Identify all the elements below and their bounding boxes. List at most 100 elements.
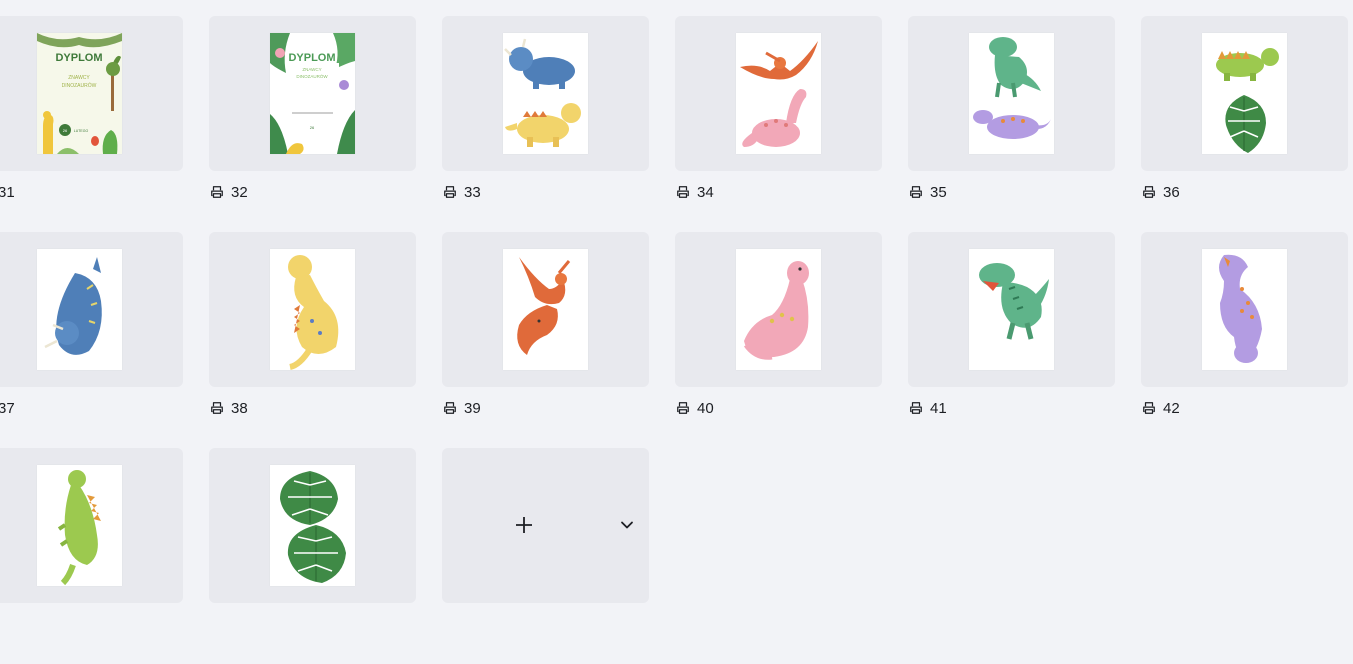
blue-triceratops-art <box>37 249 122 370</box>
page-label: 41 <box>908 398 947 418</box>
pink-brontosaurus-art <box>736 249 821 370</box>
green-trex-art <box>969 249 1054 370</box>
page-44 <box>209 448 416 664</box>
page-card[interactable] <box>442 232 649 387</box>
page-thumbnail <box>969 33 1054 154</box>
page-number: 37 <box>0 399 15 417</box>
page-grid: DYPLOM ZNAWCY DINOZAURÓW 26 LUTEGO 31 DY… <box>0 16 1348 664</box>
page-32: DYPLOM ZNAWCY DINOZAURÓW 26 32 <box>209 16 416 232</box>
page-thumbnail <box>503 249 588 370</box>
add-page-button[interactable] <box>512 513 536 537</box>
page-label: 38 <box>209 398 248 418</box>
page-number: 35 <box>930 183 947 201</box>
svg-text:26: 26 <box>63 128 68 133</box>
printer-icon <box>442 184 458 200</box>
yellow-dino-art <box>270 249 355 370</box>
page-card[interactable] <box>0 448 183 603</box>
page-thumbnail <box>1202 249 1287 370</box>
page-number: 40 <box>697 399 714 417</box>
page-number: 32 <box>231 183 248 201</box>
page-41: 41 <box>908 232 1115 448</box>
page-thumbnail: DYPLOM ZNAWCY DINOZAURÓW 26 LUTEGO <box>37 33 122 154</box>
page-31: DYPLOM ZNAWCY DINOZAURÓW 26 LUTEGO 31 <box>0 16 183 232</box>
page-thumbnail <box>1202 33 1287 154</box>
printer-icon <box>209 400 225 416</box>
triceratops-and-yellow-dino-art <box>503 33 588 154</box>
svg-text:LUTEGO: LUTEGO <box>74 129 89 133</box>
page-thumbnail: DYPLOM ZNAWCY DINOZAURÓW 26 <box>270 33 355 154</box>
page-card[interactable] <box>209 232 416 387</box>
page-40: 40 <box>675 232 882 448</box>
printer-icon <box>442 400 458 416</box>
green-stegosaurus-art <box>37 465 122 586</box>
page-39: 39 <box>442 232 649 448</box>
page-number: 33 <box>464 183 481 201</box>
page-label: 36 <box>1141 182 1180 202</box>
page-thumbnail <box>736 249 821 370</box>
svg-text:26: 26 <box>310 125 315 130</box>
page-card[interactable]: DYPLOM ZNAWCY DINOZAURÓW 26 <box>209 16 416 171</box>
dyplom-dino-art: DYPLOM ZNAWCY DINOZAURÓW 26 LUTEGO <box>37 33 122 154</box>
page-card[interactable] <box>1141 16 1348 171</box>
page-36: 36 <box>1141 16 1348 232</box>
printer-icon <box>209 184 225 200</box>
printer-icon <box>675 184 691 200</box>
svg-text:DINOZAURÓW: DINOZAURÓW <box>296 73 328 79</box>
purple-dino-art <box>1202 249 1287 370</box>
add-page-slot <box>442 448 649 664</box>
add-page-options-button[interactable] <box>616 514 638 536</box>
printer-icon <box>908 184 924 200</box>
page-number: 39 <box>464 399 481 417</box>
chevron-down-icon <box>621 521 633 529</box>
printer-icon <box>1141 184 1157 200</box>
page-card[interactable] <box>675 232 882 387</box>
page-label: 39 <box>442 398 481 418</box>
page-label: 33 <box>442 182 481 202</box>
page-card[interactable] <box>908 232 1115 387</box>
plus-icon <box>516 517 532 533</box>
page-card[interactable] <box>675 16 882 171</box>
page-label: 32 <box>209 182 248 202</box>
page-43 <box>0 448 183 664</box>
svg-text:DYPLOM: DYPLOM <box>55 52 102 64</box>
page-thumbnail <box>270 465 355 586</box>
page-card[interactable] <box>908 16 1115 171</box>
page-number: 31 <box>0 183 15 201</box>
svg-text:ZNAWCY: ZNAWCY <box>302 67 321 72</box>
printer-icon <box>908 400 924 416</box>
dyplom-leaves-art: DYPLOM ZNAWCY DINOZAURÓW 26 <box>270 33 355 154</box>
page-35: 35 <box>908 16 1115 232</box>
page-42: 42 <box>1141 232 1348 448</box>
svg-text:DYPLOM: DYPLOM <box>288 52 335 64</box>
add-page-card <box>442 448 649 603</box>
page-card[interactable] <box>0 232 183 387</box>
orange-pterodactyl-art <box>503 249 588 370</box>
page-number: 36 <box>1163 183 1180 201</box>
page-thumbnail <box>270 249 355 370</box>
page-34: 34 <box>675 16 882 232</box>
page-number: 38 <box>231 399 248 417</box>
page-label: 37 <box>0 398 15 418</box>
page-label: 34 <box>675 182 714 202</box>
page-thumbnail <box>969 249 1054 370</box>
page-33: 33 <box>442 16 649 232</box>
monstera-leaves-art <box>270 465 355 586</box>
svg-text:ZNAWCY: ZNAWCY <box>68 75 90 81</box>
green-stego-and-leaf-art <box>1202 33 1287 154</box>
page-card[interactable] <box>442 16 649 171</box>
trex-and-purple-dino-art <box>969 33 1054 154</box>
page-thumbnail <box>37 465 122 586</box>
page-card[interactable] <box>209 448 416 603</box>
page-38: 38 <box>209 232 416 448</box>
page-card[interactable]: DYPLOM ZNAWCY DINOZAURÓW 26 LUTEGO <box>0 16 183 171</box>
page-card[interactable] <box>1141 232 1348 387</box>
printer-icon <box>1141 400 1157 416</box>
page-37: 37 <box>0 232 183 448</box>
page-label: 31 <box>0 182 15 202</box>
page-number: 42 <box>1163 399 1180 417</box>
page-number: 34 <box>697 183 714 201</box>
page-label: 40 <box>675 398 714 418</box>
page-thumbnail <box>503 33 588 154</box>
page-thumbnail <box>736 33 821 154</box>
page-label: 42 <box>1141 398 1180 418</box>
